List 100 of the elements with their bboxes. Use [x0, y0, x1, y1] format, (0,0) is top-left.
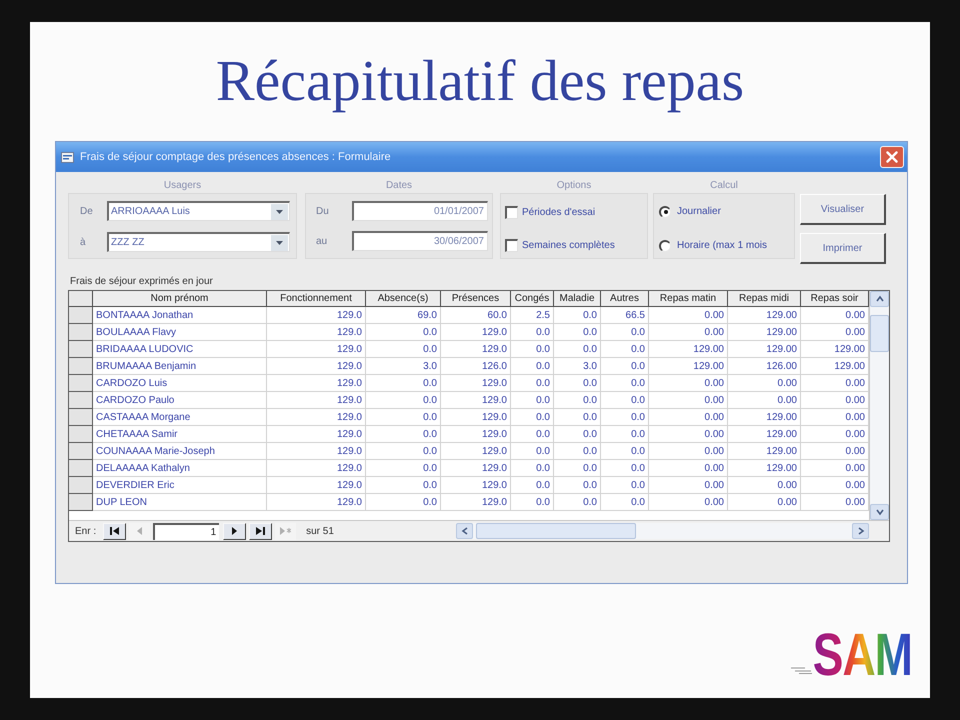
row-selector[interactable]: [69, 392, 93, 409]
table-cell: 0.0: [554, 477, 601, 494]
table-cell: 60.0: [441, 307, 511, 324]
table-cell: 0.00: [649, 443, 728, 460]
table-cell: 0.0: [511, 392, 554, 409]
table-cell: 0.00: [649, 426, 728, 443]
row-selector[interactable]: [69, 426, 93, 443]
scroll-left-button[interactable]: [456, 523, 473, 539]
table-cell: 0.0: [554, 426, 601, 443]
scroll-up-button[interactable]: [870, 291, 889, 307]
date-field[interactable]: 30/06/2007: [352, 231, 488, 251]
table-cell: 0.0: [601, 341, 649, 358]
triangle-asterisk-icon: [280, 527, 292, 535]
combo-box[interactable]: ARRIOAAAA Luis: [107, 201, 290, 221]
table-cell: 129.0: [441, 494, 511, 511]
row-selector[interactable]: [69, 341, 93, 358]
close-button[interactable]: [880, 146, 904, 168]
field-label: au: [315, 234, 328, 248]
table-cell: 0.0: [511, 426, 554, 443]
column-header[interactable]: Nom prénom: [93, 291, 267, 307]
row-selector[interactable]: [69, 324, 93, 341]
radio-label: Horaire (max 1 mois: [677, 239, 768, 253]
table-cell: 0.0: [366, 341, 441, 358]
row-selector[interactable]: [69, 460, 93, 477]
checkbox[interactable]: [505, 206, 518, 219]
table-cell: CHETAAAA Samir: [93, 426, 267, 443]
row-selector[interactable]: [69, 477, 93, 494]
table-cell: 0.0: [511, 358, 554, 375]
radio-button[interactable]: [659, 240, 671, 252]
table-cell: 129.00: [728, 324, 801, 341]
table-cell: 0.0: [511, 409, 554, 426]
table-cell: 0.0: [601, 477, 649, 494]
form-button[interactable]: Imprimer: [800, 233, 886, 264]
group-label: Dates: [386, 179, 412, 192]
table-cell: 0.0: [366, 324, 441, 341]
table-cell: 0.0: [511, 324, 554, 341]
checkbox-label: Semaines complètes: [522, 239, 615, 253]
scroll-down-button[interactable]: [870, 504, 889, 520]
column-header[interactable]: Fonctionnement: [267, 291, 366, 307]
date-field[interactable]: 01/01/2007: [352, 201, 488, 221]
group-label: Calcul: [710, 179, 738, 192]
record-field[interactable]: 1: [153, 522, 220, 540]
table-cell: 0.0: [554, 324, 601, 341]
row-selector[interactable]: [69, 375, 93, 392]
table-cell: 0.0: [601, 392, 649, 409]
column-header[interactable]: Repas midi: [728, 291, 801, 307]
select-all-header[interactable]: [69, 291, 93, 307]
table-cell: 129.00: [728, 426, 801, 443]
table-cell: 129.0: [267, 426, 366, 443]
dropdown-button[interactable]: [271, 204, 288, 220]
table-cell: 0.0: [601, 358, 649, 375]
column-header[interactable]: Absence(s): [366, 291, 441, 307]
table-cell: 129.0: [267, 341, 366, 358]
row-selector[interactable]: [69, 307, 93, 324]
table-cell: 0.0: [366, 460, 441, 477]
table-cell: 0.00: [728, 477, 801, 494]
scroll-thumb[interactable]: [870, 315, 889, 352]
table-cell: 129.0: [441, 341, 511, 358]
checkbox[interactable]: [505, 239, 518, 252]
column-header[interactable]: Présences: [441, 291, 511, 307]
combo-box[interactable]: ZZZ ZZ: [107, 232, 290, 252]
table-cell: CARDOZO Luis: [93, 375, 267, 392]
table-cell: 0.0: [511, 477, 554, 494]
column-header[interactable]: Congés: [511, 291, 554, 307]
column-header[interactable]: Maladie: [554, 291, 601, 307]
table-cell: 0.0: [601, 494, 649, 511]
row-selector[interactable]: [69, 443, 93, 460]
table-cell: 3.0: [366, 358, 441, 375]
column-header[interactable]: Autres: [601, 291, 649, 307]
column-header[interactable]: Repas matin: [649, 291, 728, 307]
row-selector[interactable]: [69, 409, 93, 426]
row-selector[interactable]: [69, 358, 93, 375]
horizontal-scrollbar[interactable]: [456, 523, 869, 539]
table-cell: 0.0: [366, 392, 441, 409]
close-icon: [886, 151, 898, 163]
column-header[interactable]: Repas soir: [801, 291, 869, 307]
chevron-right-icon: [856, 527, 864, 535]
table-cell: 0.00: [649, 477, 728, 494]
table-cell: BONTAAAA Jonathan: [93, 307, 267, 324]
next-record-button[interactable]: [223, 522, 246, 540]
last-record-button[interactable]: [249, 522, 272, 540]
vertical-scrollbar[interactable]: [869, 291, 889, 520]
left-triangle-icon: [137, 527, 142, 535]
table-cell: 0.0: [511, 375, 554, 392]
table-cell: 0.00: [649, 392, 728, 409]
scroll-thumb[interactable]: [476, 523, 636, 539]
table-cell: 129.0: [267, 375, 366, 392]
radio-button[interactable]: [659, 206, 671, 218]
table-cell: 0.0: [601, 324, 649, 341]
dropdown-button[interactable]: [271, 234, 288, 250]
scroll-right-button[interactable]: [852, 523, 869, 539]
table-cell: 0.0: [366, 409, 441, 426]
table-cell: 0.00: [649, 375, 728, 392]
first-record-button[interactable]: [103, 522, 126, 540]
table-cell: 0.00: [728, 392, 801, 409]
form-button[interactable]: Visualiser: [800, 194, 886, 225]
table-cell: 129.0: [441, 426, 511, 443]
row-selector[interactable]: [69, 494, 93, 511]
table-cell: BRIDAAAA LUDOVIC: [93, 341, 267, 358]
table-cell: 0.00: [649, 409, 728, 426]
